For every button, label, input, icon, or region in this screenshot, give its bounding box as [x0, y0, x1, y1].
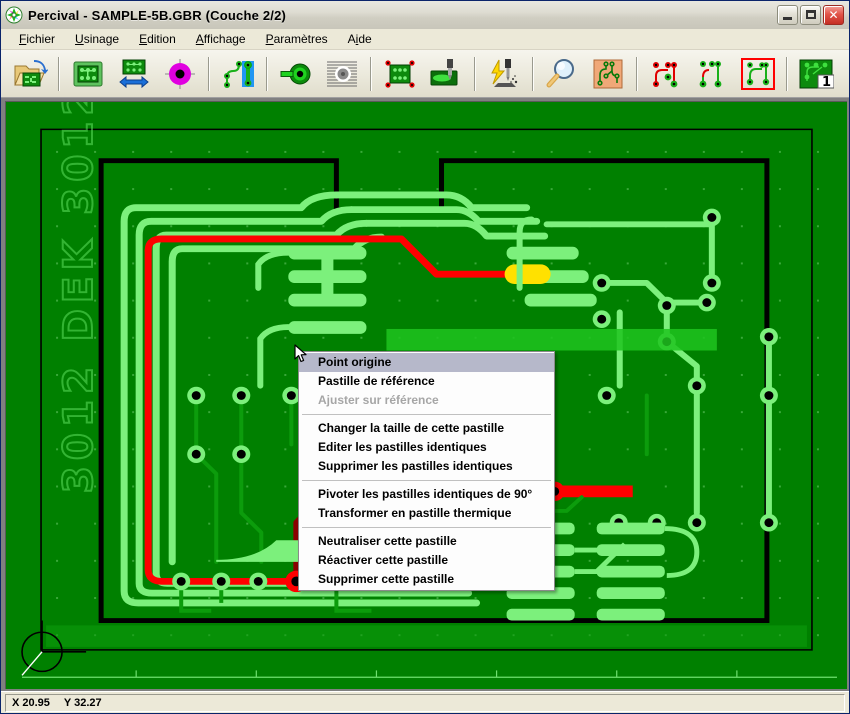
menu-usinage-label: sinage: [83, 32, 120, 46]
toolbar-separator: [266, 56, 268, 91]
y-coordinate: Y 32.27: [63, 696, 102, 709]
ctx-neutraliser-pastille[interactable]: Neutraliser cette pastille: [299, 532, 554, 551]
toolbar-separator: [636, 56, 638, 91]
ctx-editer-pastilles-identiques[interactable]: Editer les pastilles identiques: [299, 438, 554, 457]
toolbar-separator: [786, 56, 788, 91]
svg-text:3012 DEK 3012 DE: 3012 DEK 3012 DE: [56, 102, 103, 493]
x-coordinate: X 20.95: [12, 696, 50, 709]
mill-isolation-icon[interactable]: [320, 53, 364, 95]
toolbar-separator: [370, 56, 372, 91]
ctx-reactiver-pastille[interactable]: Réactiver cette pastille: [299, 551, 554, 570]
menu-edition[interactable]: Edition: [129, 30, 186, 48]
zoom-icon[interactable]: [540, 53, 584, 95]
context-menu-separator: [302, 527, 551, 528]
highlighted-pad: [504, 264, 551, 284]
menu-affichage[interactable]: Affichage: [186, 30, 256, 48]
board-view-icon[interactable]: [66, 53, 110, 95]
layer-1-icon[interactable]: 1: [794, 53, 838, 95]
toolbar: 1: [1, 50, 849, 98]
context-menu-separator: [302, 480, 551, 481]
silkscreen-text: 3012 DEK 3012 DE: [55, 102, 104, 494]
close-icon: ✕: [828, 8, 839, 22]
toolbar-separator: [58, 56, 60, 91]
ctx-ajuster-sur-reference: Ajuster sur référence: [318, 393, 439, 407]
ctx-point-origine[interactable]: Point origine: [299, 353, 554, 372]
percival-logo-icon: [5, 6, 23, 24]
menu-fichier[interactable]: Fichier: [9, 30, 65, 48]
ctx-transformer-pastille-thermique[interactable]: Transformer en pastille thermique: [299, 504, 554, 523]
pad-context-menu[interactable]: Point origine Pastille de référence Ajus…: [298, 351, 555, 591]
layer-number-badge: 1: [822, 75, 831, 90]
ctx-supprimer-pastille[interactable]: Supprimer cette pastille: [299, 570, 554, 589]
open-file-icon[interactable]: [8, 53, 52, 95]
toolbar-separator: [474, 56, 476, 91]
toolbar-separator: [532, 56, 534, 91]
close-button[interactable]: ✕: [823, 5, 844, 25]
ctx-supprimer-pastilles-identiques[interactable]: Supprimer les pastilles identiques: [299, 457, 554, 476]
board-width-icon[interactable]: [112, 53, 156, 95]
minimize-button[interactable]: [777, 5, 798, 25]
netlist-icon[interactable]: [586, 53, 630, 95]
context-menu-separator: [302, 414, 551, 415]
menu-fichier-label: ichier: [26, 32, 56, 46]
menu-bar: Fichier Usinage Edition Affichage Paramè…: [1, 29, 849, 50]
window-controls: ✕: [777, 5, 847, 25]
net-mixed-icon[interactable]: [690, 53, 734, 95]
board-corners-icon[interactable]: [378, 53, 422, 95]
menu-edition-label: dition: [147, 32, 176, 46]
ctx-changer-taille-pastille[interactable]: Changer la taille de cette pastille: [299, 419, 554, 438]
menu-usinage[interactable]: Usinage: [65, 30, 129, 48]
application-window: Percival - SAMPLE-5B.GBR (Couche 2/2) ✕ …: [0, 0, 850, 714]
toolbar-separator: [208, 56, 210, 91]
net-red-icon[interactable]: [644, 53, 688, 95]
mill-tool-icon[interactable]: [424, 53, 468, 95]
coordinates-panel: X 20.95 Y 32.27: [5, 693, 845, 712]
pad-magenta-icon[interactable]: [158, 53, 202, 95]
drill-pad-icon[interactable]: [274, 53, 318, 95]
ctx-pivoter-pastilles-90[interactable]: Pivoter les pastilles identiques de 90°: [299, 485, 554, 504]
maximize-button[interactable]: [800, 5, 821, 25]
menu-aide-label: A: [347, 32, 356, 46]
net-selected-icon[interactable]: [736, 53, 780, 95]
pcb-canvas-area: 3012 DEK 3012 DE Point origine Pastille …: [1, 98, 849, 691]
menu-parametres-label: aramètres: [273, 32, 328, 46]
drill-spark-icon[interactable]: [482, 53, 526, 95]
menu-affichage-label: ffichage: [203, 32, 246, 46]
status-bar: X 20.95 Y 32.27: [1, 691, 849, 713]
menu-parametres[interactable]: Paramètres: [256, 30, 338, 48]
trace-route-icon[interactable]: [216, 53, 260, 95]
menu-aide[interactable]: Aide: [338, 30, 382, 48]
ctx-pastille-de-reference[interactable]: Pastille de référence: [299, 372, 554, 391]
title-bar: Percival - SAMPLE-5B.GBR (Couche 2/2) ✕: [1, 1, 849, 29]
window-title: Percival - SAMPLE-5B.GBR (Couche 2/2): [28, 7, 287, 23]
